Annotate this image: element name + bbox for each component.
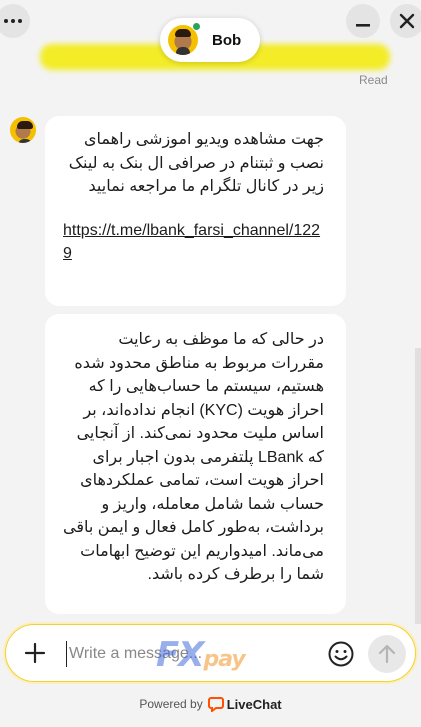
scrollbar[interactable] [415, 348, 421, 624]
livechat-link[interactable]: LiveChat [207, 696, 282, 712]
minimize-icon [356, 24, 370, 27]
plus-icon [24, 642, 46, 664]
powered-by-footer: Powered by LiveChat [0, 696, 421, 712]
attach-button[interactable] [18, 636, 52, 670]
agent-name: Bob [212, 31, 242, 49]
read-status: Read [359, 73, 388, 87]
telegram-link[interactable]: https://t.me/lbank_farsi_channel/1229 [63, 219, 324, 266]
livechat-brand: LiveChat [226, 696, 282, 712]
arrow-up-icon [378, 644, 396, 664]
send-button[interactable] [368, 635, 406, 673]
powered-by-label: Powered by [139, 697, 203, 711]
smiley-icon [328, 641, 354, 667]
message-bubble: در حالی که ما موظف به رعایت مقررات مربوط… [45, 314, 346, 614]
livechat-logo-icon [207, 697, 224, 712]
close-button[interactable] [390, 4, 421, 38]
message-bubble: جهت مشاهده ویدیو اموزشی راهمای نصب و ثبت… [45, 116, 346, 306]
minimize-button[interactable] [346, 4, 380, 38]
message-text: جهت مشاهده ویدیو اموزشی راهمای نصب و ثبت… [68, 131, 324, 195]
message-input[interactable] [66, 641, 316, 667]
agent-avatar-small [10, 117, 36, 143]
close-icon [399, 13, 415, 29]
message-composer: FXpay [5, 624, 416, 682]
agent-pill[interactable]: Bob [160, 18, 260, 62]
emoji-button[interactable] [326, 639, 356, 669]
message-text: در حالی که ما موظف به رعایت مقررات مربوط… [63, 331, 324, 583]
chat-header: Bob Read [0, 0, 421, 87]
online-status-dot [192, 22, 201, 31]
more-dots-icon [4, 19, 22, 23]
menu-button[interactable] [0, 4, 30, 38]
message-avatar [10, 117, 36, 143]
